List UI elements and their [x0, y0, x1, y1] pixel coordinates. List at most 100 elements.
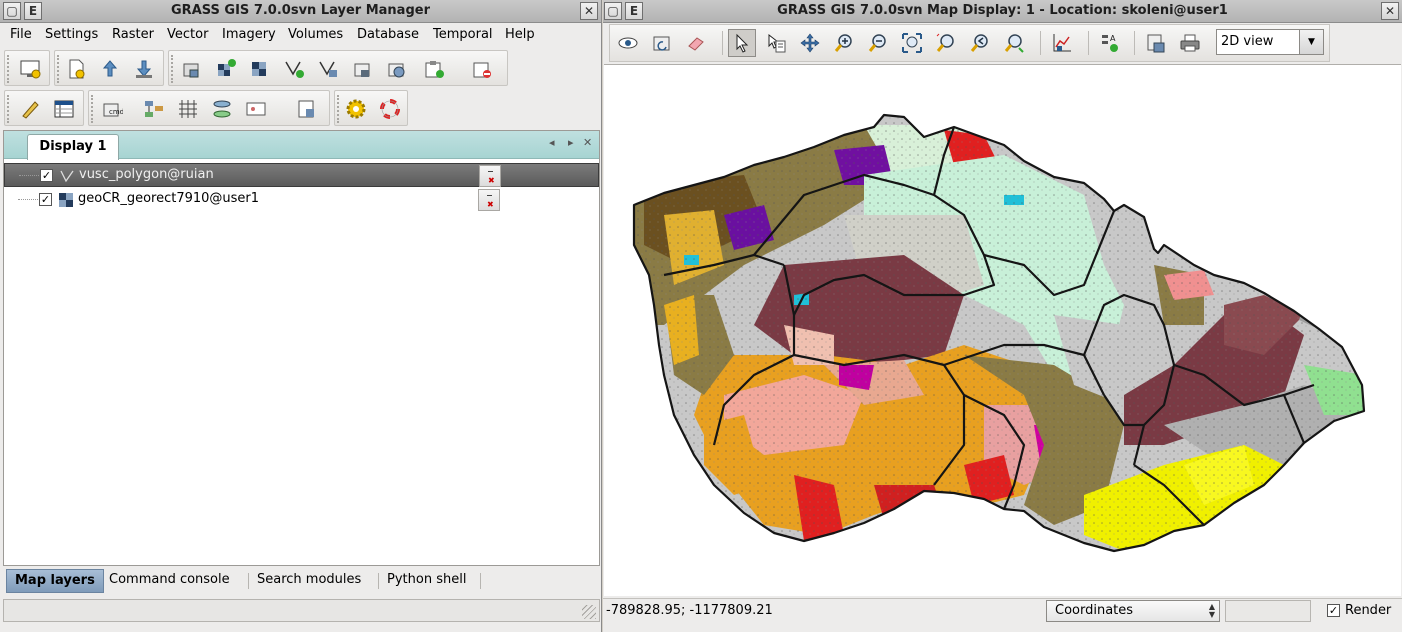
save-workspace-icon[interactable]: [131, 56, 157, 82]
rerender-icon[interactable]: [648, 29, 676, 57]
zoom-out-icon[interactable]: [864, 29, 892, 57]
layer-name: geoCR_georect7910@user1: [78, 191, 260, 206]
georectifier-icon[interactable]: [175, 96, 201, 122]
remove-layer-icon[interactable]: [469, 56, 495, 82]
spin-arrows-icon[interactable]: ▲ ▼: [1209, 603, 1215, 619]
window-e-button[interactable]: E: [24, 2, 42, 20]
new-map-display-icon[interactable]: [17, 56, 43, 82]
layer-row[interactable]: ✓ vusc_polygon@ruian ✖: [4, 163, 599, 187]
map-canvas[interactable]: [604, 64, 1401, 596]
analyze-map-icon[interactable]: [1048, 29, 1076, 57]
settings-gear-icon[interactable]: [343, 96, 369, 122]
layer-properties-button[interactable]: ✖: [478, 189, 500, 211]
toolbar-tools: cmd: [0, 88, 601, 128]
zoom-extent-icon[interactable]: [898, 29, 926, 57]
menu-settings[interactable]: Settings: [45, 27, 98, 42]
tab-next-icon[interactable]: ▸: [568, 136, 574, 149]
map-statusbar: -789828.95; -1177809.21 Coordinates ▲ ▼ ✓…: [603, 598, 1402, 622]
map-toolbar: A 2D view ▼: [609, 24, 1330, 62]
tab-command-console[interactable]: Command console: [101, 569, 238, 593]
dropdown-arrow-icon[interactable]: ▼: [1299, 30, 1323, 54]
layer-row[interactable]: ✓ geoCR_georect7910@user1 ✖: [4, 188, 599, 212]
menu-raster[interactable]: Raster: [112, 27, 154, 42]
menu-database[interactable]: Database: [357, 27, 419, 42]
display-tabs: Display 1 ◂ ▸ ✕: [4, 131, 599, 160]
render-label: Render: [1345, 603, 1392, 618]
layer-manager-window: ▢ E GRASS GIS 7.0.0svn Layer Manager ✕ F…: [0, 0, 602, 632]
layer-visibility-checkbox[interactable]: ✓: [40, 169, 53, 182]
zoom-region-icon[interactable]: [932, 29, 960, 57]
menu-temporal[interactable]: Temporal: [433, 27, 493, 42]
menu-help[interactable]: Help: [505, 27, 535, 42]
map-display-window: ▢ E GRASS GIS 7.0.0svn Map Display: 1 - …: [603, 0, 1402, 632]
svg-text:A: A: [1110, 34, 1116, 43]
menubar: File Settings Raster Vector Imagery Volu…: [0, 24, 601, 46]
print-icon[interactable]: [1176, 29, 1204, 57]
map-swipe-icon[interactable]: [293, 96, 319, 122]
add-raster-icon[interactable]: [213, 56, 239, 82]
menu-volumes[interactable]: Volumes: [288, 27, 343, 42]
command-icon[interactable]: cmd: [99, 96, 125, 122]
attribute-table-icon[interactable]: [51, 96, 77, 122]
cartographic-composer-icon[interactable]: [243, 96, 269, 122]
close-window-icon[interactable]: ✕: [580, 2, 598, 20]
new-workspace-icon[interactable]: [63, 56, 89, 82]
menu-imagery[interactable]: Imagery: [222, 27, 276, 42]
edit-vector-icon[interactable]: [17, 96, 43, 122]
render-display-icon[interactable]: [614, 29, 642, 57]
statusbar-progress: [1225, 600, 1311, 622]
menu-file[interactable]: File: [10, 27, 32, 42]
render-checkbox[interactable]: ✓: [1327, 604, 1340, 617]
add-web-service-icon[interactable]: [383, 56, 409, 82]
tab-display-1[interactable]: Display 1: [27, 134, 119, 160]
coordinates-readout: -789828.95; -1177809.21: [606, 603, 773, 618]
layer-manager-titlebar[interactable]: ▢ E GRASS GIS 7.0.0svn Layer Manager ✕: [0, 0, 601, 23]
gcp-manager-icon[interactable]: [209, 96, 235, 122]
graphical-modeler-icon[interactable]: [141, 96, 167, 122]
window-e-button[interactable]: E: [625, 2, 643, 20]
add-raster-misc-icon[interactable]: [247, 56, 273, 82]
map-geology-raster: [632, 113, 1366, 553]
layer-name: vusc_polygon@ruian: [79, 167, 214, 182]
window-menu-icon[interactable]: ▢: [604, 2, 622, 20]
resize-grip-icon[interactable]: [582, 605, 596, 619]
query-tool-icon[interactable]: [762, 29, 790, 57]
close-window-icon[interactable]: ✕: [1381, 2, 1399, 20]
tab-prev-icon[interactable]: ◂: [549, 136, 555, 149]
add-multiple-layers-icon[interactable]: [179, 56, 205, 82]
erase-display-icon[interactable]: [682, 29, 710, 57]
menu-vector[interactable]: Vector: [167, 27, 208, 42]
svg-text:cmd: cmd: [109, 108, 123, 116]
map-decorations-icon[interactable]: A: [1096, 29, 1124, 57]
view-mode-value: 2D view: [1221, 34, 1274, 49]
add-vector-icon[interactable]: [281, 56, 307, 82]
save-display-icon[interactable]: [1142, 29, 1170, 57]
zoom-menu-icon[interactable]: [1000, 29, 1028, 57]
render-toggle[interactable]: ✓ Render: [1318, 600, 1400, 622]
add-group-icon[interactable]: [421, 56, 447, 82]
zoom-in-icon[interactable]: [830, 29, 858, 57]
window-menu-icon[interactable]: ▢: [3, 2, 21, 20]
view-mode-select[interactable]: 2D view ▼: [1216, 29, 1324, 55]
add-overlay-icon[interactable]: [349, 56, 375, 82]
zoom-back-icon[interactable]: [966, 29, 994, 57]
window-title: GRASS GIS 7.0.0svn Layer Manager: [171, 3, 430, 18]
statusbar-mode-select[interactable]: Coordinates ▲ ▼: [1046, 600, 1220, 622]
layer-visibility-checkbox[interactable]: ✓: [39, 193, 52, 206]
layer-notebook: Display 1 ◂ ▸ ✕ ✓ vusc_polygon@ruian ✖ ✓…: [3, 130, 600, 566]
toolbar-layers: [0, 48, 601, 88]
tab-close-icon[interactable]: ✕: [583, 136, 592, 149]
add-vector-misc-icon[interactable]: [315, 56, 341, 82]
layer-properties-button[interactable]: ✖: [479, 165, 501, 187]
statusbar-mode-value: Coordinates: [1055, 603, 1134, 618]
tab-map-layers[interactable]: Map layers: [6, 569, 104, 593]
tab-python-shell[interactable]: Python shell: [379, 569, 474, 593]
pointer-tool-icon[interactable]: [728, 29, 756, 57]
help-lifebuoy-icon[interactable]: [377, 96, 403, 122]
open-workspace-icon[interactable]: [97, 56, 123, 82]
window-title: GRASS GIS 7.0.0svn Map Display: 1 - Loca…: [777, 3, 1228, 18]
pan-tool-icon[interactable]: [796, 29, 824, 57]
tab-search-modules[interactable]: Search modules: [249, 569, 369, 593]
raster-layer-icon: [59, 193, 73, 207]
map-display-titlebar[interactable]: ▢ E GRASS GIS 7.0.0svn Map Display: 1 - …: [603, 0, 1402, 23]
